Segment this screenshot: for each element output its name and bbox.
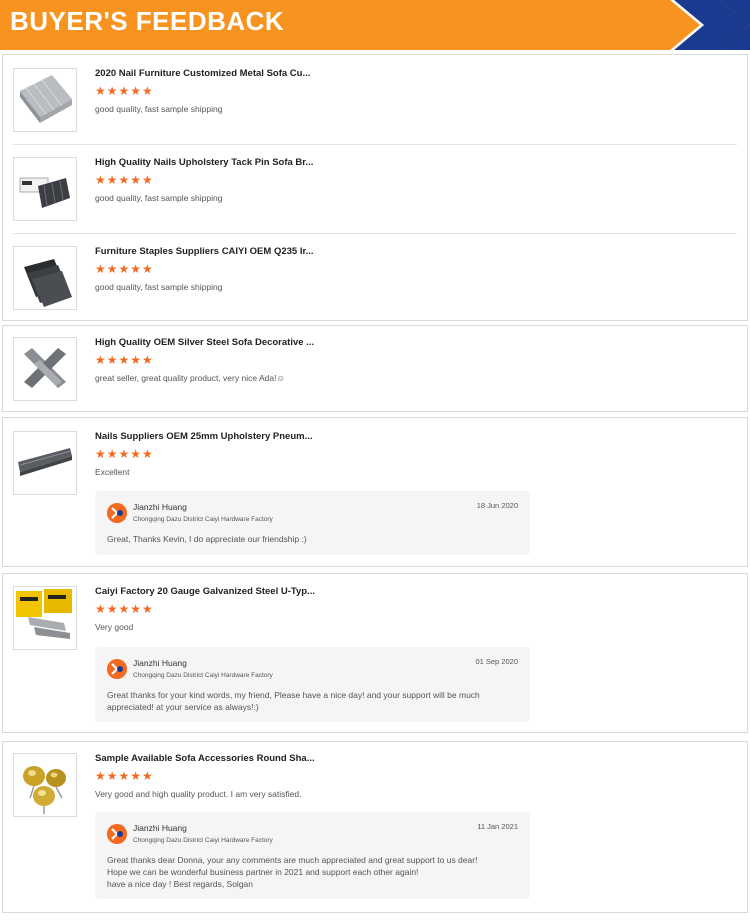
review-comment: good quality, fast sample shipping bbox=[95, 193, 223, 203]
seller-reply: Jianzhi Huang Chongqing Dazu District Ca… bbox=[95, 491, 530, 555]
star-rating: ★★★★★ bbox=[95, 353, 154, 367]
review-item: High Quality OEM Silver Steel Sofa Decor… bbox=[13, 337, 737, 401]
review-comment: Excellent bbox=[95, 467, 130, 477]
reply-text: Great, Thanks Kevin, I do appreciate our… bbox=[107, 533, 518, 545]
page-title: BUYER'S FEEDBACK bbox=[10, 6, 285, 36]
reply-text: Great thanks for your kind words, my fri… bbox=[107, 689, 518, 713]
star-rating: ★★★★★ bbox=[95, 173, 154, 187]
review-item: Caiyi Factory 20 Gauge Galvanized Steel … bbox=[13, 586, 737, 726]
product-title[interactable]: Sample Available Sofa Accessories Round … bbox=[95, 753, 315, 764]
reply-line: Hope we can be wonderful business partne… bbox=[107, 867, 419, 877]
review-item: Nails Suppliers OEM 25mm Upholstery Pneu… bbox=[13, 431, 737, 559]
crossed-staples-thumbnail[interactable] bbox=[13, 337, 77, 401]
reply-date: 18 Jun 2020 bbox=[476, 501, 518, 510]
reply-text: Great thanks dear Donna, your any commen… bbox=[107, 854, 518, 890]
brad-nails-thumbnail[interactable] bbox=[13, 431, 77, 495]
product-title[interactable]: Caiyi Factory 20 Gauge Galvanized Steel … bbox=[95, 586, 315, 597]
review-group: High Quality OEM Silver Steel Sofa Decor… bbox=[2, 325, 748, 412]
reply-date: 11 Jan 2021 bbox=[477, 822, 518, 831]
review-item: 2020 Nail Furniture Customized Metal Sof… bbox=[13, 68, 737, 145]
review-item: Sample Available Sofa Accessories Round … bbox=[13, 753, 737, 903]
review-comment: Very good bbox=[95, 622, 134, 632]
product-title[interactable]: Furniture Staples Suppliers CAIYI OEM Q2… bbox=[95, 246, 314, 257]
seller-logo-icon bbox=[107, 503, 127, 523]
gold-tacks-thumbnail[interactable] bbox=[13, 753, 77, 817]
product-title[interactable]: High Quality Nails Upholstery Tack Pin S… bbox=[95, 157, 313, 168]
yellow-box-staples-thumbnail[interactable] bbox=[13, 586, 77, 650]
star-rating: ★★★★★ bbox=[95, 602, 154, 616]
review-item: Furniture Staples Suppliers CAIYI OEM Q2… bbox=[13, 246, 737, 310]
star-rating: ★★★★★ bbox=[95, 447, 154, 461]
reply-line: Great thanks dear Donna, your any commen… bbox=[107, 855, 478, 865]
review-group: Caiyi Factory 20 Gauge Galvanized Steel … bbox=[2, 573, 748, 733]
boxed-staples-thumbnail[interactable] bbox=[13, 157, 77, 221]
silver-staples-thumbnail[interactable] bbox=[13, 68, 77, 132]
reply-date: 01 Sep 2020 bbox=[475, 657, 518, 666]
reply-line: Great, Thanks Kevin, I do appreciate our… bbox=[107, 534, 307, 544]
seller-logo-icon bbox=[107, 824, 127, 844]
seller-company: Chongqing Dazu District Caiyi Hardware F… bbox=[133, 516, 273, 523]
review-group: 2020 Nail Furniture Customized Metal Sof… bbox=[2, 54, 748, 321]
header-arrow-icon bbox=[670, 0, 750, 50]
review-group: Sample Available Sofa Accessories Round … bbox=[2, 741, 748, 913]
seller-name: Jianzhi Huang bbox=[133, 502, 187, 512]
reply-line: have a nice day ! Best regards, Solgan bbox=[107, 879, 254, 889]
review-comment: good quality, fast sample shipping bbox=[95, 104, 223, 114]
review-comment: great seller, great quality product, ver… bbox=[95, 373, 286, 383]
seller-name: Jianzhi Huang bbox=[133, 823, 187, 833]
star-rating: ★★★★★ bbox=[95, 769, 154, 783]
seller-reply: Jianzhi Huang Chongqing Dazu District Ca… bbox=[95, 812, 530, 899]
star-rating: ★★★★★ bbox=[95, 262, 154, 276]
divider bbox=[13, 144, 737, 145]
star-rating: ★★★★★ bbox=[95, 84, 154, 98]
seller-name: Jianzhi Huang bbox=[133, 658, 187, 668]
review-group: Nails Suppliers OEM 25mm Upholstery Pneu… bbox=[2, 417, 748, 567]
review-comment: Very good and high quality product. I am… bbox=[95, 789, 302, 799]
product-title[interactable]: 2020 Nail Furniture Customized Metal Sof… bbox=[95, 68, 310, 79]
product-title[interactable]: High Quality OEM Silver Steel Sofa Decor… bbox=[95, 337, 314, 348]
seller-reply: Jianzhi Huang Chongqing Dazu District Ca… bbox=[95, 647, 530, 722]
seller-company: Chongqing Dazu District Caiyi Hardware F… bbox=[133, 837, 273, 844]
black-staples-thumbnail[interactable] bbox=[13, 246, 77, 310]
reply-line: appreciated! at your service as always!:… bbox=[107, 702, 259, 712]
review-comment: good quality, fast sample shipping bbox=[95, 282, 223, 292]
divider bbox=[13, 233, 737, 234]
seller-logo-icon bbox=[107, 659, 127, 679]
reply-line: Great thanks for your kind words, my fri… bbox=[107, 690, 480, 700]
product-title[interactable]: Nails Suppliers OEM 25mm Upholstery Pneu… bbox=[95, 431, 313, 442]
seller-company: Chongqing Dazu District Caiyi Hardware F… bbox=[133, 672, 273, 679]
review-item: High Quality Nails Upholstery Tack Pin S… bbox=[13, 157, 737, 234]
feedback-header: BUYER'S FEEDBACK bbox=[0, 0, 750, 50]
